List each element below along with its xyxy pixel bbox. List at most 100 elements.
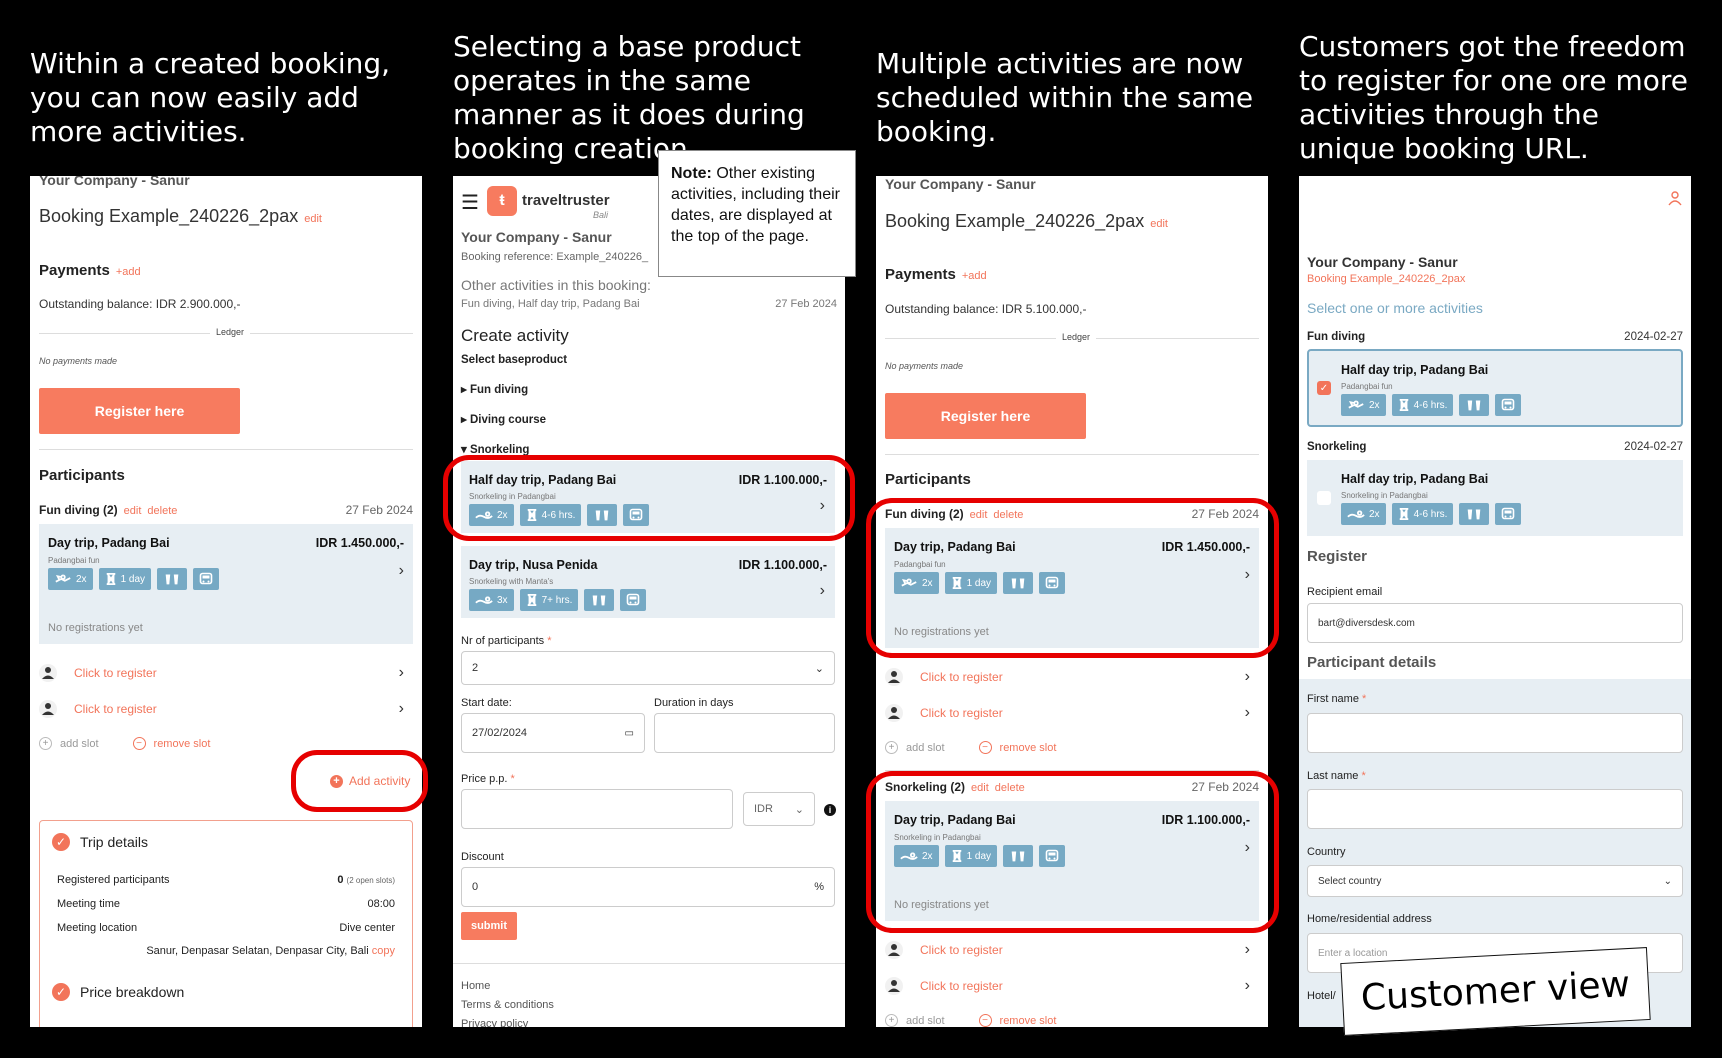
click-to-register-link[interactable]: Click to register <box>920 979 1003 993</box>
open-slots: (2 open slots) <box>346 876 395 885</box>
footer-home-link[interactable]: Home <box>461 980 490 992</box>
chevron-down-icon: ⌄ <box>794 803 804 816</box>
register-heading: Register <box>1307 548 1368 565</box>
chevron-right-icon[interactable]: › <box>1245 977 1250 995</box>
hourglass-icon <box>1398 507 1410 521</box>
chevron-right-icon[interactable]: › <box>399 700 404 718</box>
recipient-email-label: Recipient email <box>1307 586 1383 598</box>
register-slot-4[interactable]: Click to register › <box>885 977 1259 995</box>
country-label: Country <box>1307 846 1346 858</box>
footer-privacy-link[interactable]: Privacy policy <box>461 1018 528 1027</box>
add-slot-link[interactable]: add slot <box>60 738 99 750</box>
register-slot-2[interactable]: Click to register › <box>885 704 1259 722</box>
caption-2: Selecting a base product operates in the… <box>453 30 805 165</box>
click-to-register-link[interactable]: Click to register <box>920 670 1003 684</box>
start-date-input[interactable]: 27/02/2024 ▭ <box>461 713 645 753</box>
card-title: Day trip, Padang Bai <box>48 536 170 550</box>
minus-circle-icon[interactable]: − <box>978 1014 992 1027</box>
activity-card[interactable]: Day trip, Padang Bai IDR 1.450.000,- Pad… <box>39 524 413 644</box>
click-to-register-link[interactable]: Click to register <box>74 666 157 680</box>
user-profile-icon[interactable] <box>1667 190 1683 206</box>
price-input[interactable] <box>461 789 733 829</box>
chevron-right-icon[interactable]: › <box>820 582 825 600</box>
edit-booking-link[interactable]: edit <box>1150 218 1168 230</box>
checkbox-unchecked[interactable] <box>1317 491 1331 505</box>
card-badges: 3x 7+ hrs. <box>469 589 647 611</box>
info-icon[interactable]: i <box>824 804 836 816</box>
user-avatar-icon <box>39 664 57 682</box>
edit-activity-link[interactable]: edit <box>124 505 142 517</box>
chevron-right-icon[interactable]: › <box>1245 704 1250 722</box>
category-diving-course[interactable]: ▸ Diving course <box>461 412 546 426</box>
register-slot-1[interactable]: Click to register › <box>885 668 1259 686</box>
footer-terms-link[interactable]: Terms & conditions <box>461 999 554 1011</box>
register-here-button[interactable]: Register here <box>885 393 1086 439</box>
click-to-register-link[interactable]: Click to register <box>920 943 1003 957</box>
bus-icon <box>626 593 640 607</box>
click-to-register-link[interactable]: Click to register <box>74 702 157 716</box>
bus-icon <box>1501 398 1515 412</box>
last-name-input[interactable] <box>1307 789 1683 829</box>
card-subtitle: Snorkeling in Padangbai <box>1341 491 1428 500</box>
add-payment-link[interactable]: +add <box>962 270 987 282</box>
highlight-activity-2 <box>866 771 1279 933</box>
required-mark: * <box>547 635 552 647</box>
product-card-nusa-penida[interactable]: Day trip, Nusa Penida IDR 1.100.000,- Sn… <box>461 546 835 618</box>
chevron-right-icon[interactable]: › <box>399 562 404 580</box>
remove-slot-link[interactable]: remove slot <box>1000 1015 1057 1027</box>
first-name-label: First name <box>1307 693 1359 705</box>
calendar-icon[interactable]: ▭ <box>625 728 634 739</box>
plus-circle-icon[interactable]: + <box>885 1014 898 1027</box>
register-slot-2[interactable]: Click to register › <box>39 700 413 718</box>
chevron-right-icon[interactable]: › <box>1245 668 1250 686</box>
register-slot-3[interactable]: Click to register › <box>885 941 1259 959</box>
add-payment-link[interactable]: +add <box>116 266 141 278</box>
ledger-label: Ledger <box>1056 332 1097 342</box>
chevron-right-icon[interactable]: › <box>1245 941 1250 959</box>
minus-circle-icon[interactable]: − <box>978 741 992 754</box>
nr-participants-select[interactable]: 2 ⌄ <box>461 651 835 685</box>
register-slot-1[interactable]: Click to register › <box>39 664 413 682</box>
card-subtitle: Snorkeling with Manta's <box>469 577 554 586</box>
chevron-down-icon: ⌄ <box>814 662 824 675</box>
hamburger-menu-icon[interactable]: ☰ <box>461 190 479 215</box>
remove-slot-link[interactable]: remove slot <box>154 738 211 750</box>
discount-input[interactable]: 0% <box>461 867 835 907</box>
duration-input[interactable] <box>654 713 835 753</box>
recipient-email-input[interactable]: bart@diversdesk.com <box>1307 603 1683 643</box>
chevron-right-icon[interactable]: › <box>399 664 404 682</box>
user-avatar-icon <box>885 977 903 995</box>
start-date-label: Start date: <box>461 697 512 709</box>
other-activities-heading: Other activities in this booking: <box>461 277 651 293</box>
remove-slot-link[interactable]: remove slot <box>1000 742 1057 754</box>
copy-link[interactable]: copy <box>372 945 395 957</box>
register-here-button[interactable]: Register here <box>39 388 240 434</box>
section-date: 2024-02-27 <box>1624 331 1683 343</box>
country-select[interactable]: Select country ⌄ <box>1307 865 1683 897</box>
participant-details-heading: Participant details <box>1307 654 1437 671</box>
plus-circle-icon[interactable]: + <box>39 737 52 750</box>
diver-icon <box>1347 398 1365 412</box>
duration-badge: 4-6 hrs. <box>1391 394 1454 416</box>
add-slot-link[interactable]: add slot <box>906 1015 945 1027</box>
minus-circle-icon[interactable]: − <box>132 737 146 750</box>
delete-activity-link[interactable]: delete <box>147 505 177 517</box>
activity-option-2[interactable]: Half day trip, Padang Bai Snorkeling in … <box>1307 460 1683 536</box>
click-to-register-link[interactable]: Click to register <box>920 706 1003 720</box>
currency-select[interactable]: IDR ⌄ <box>743 792 815 826</box>
category-fun-diving[interactable]: ▸ Fun diving <box>461 382 528 396</box>
first-name-input[interactable] <box>1307 713 1683 753</box>
ledger-label: Ledger <box>210 327 251 337</box>
category-snorkeling[interactable]: ▾ Snorkeling <box>461 442 529 456</box>
submit-button[interactable]: submit <box>461 912 517 940</box>
checkbox-checked[interactable]: ✓ <box>1317 381 1331 395</box>
trip-details-box: ✓ Trip details Registered participants 0… <box>39 820 413 1027</box>
meeting-time-label: Meeting time <box>57 898 120 910</box>
edit-booking-link[interactable]: edit <box>304 213 322 225</box>
booking-header: Booking Example_240226_2pax edit <box>39 206 322 227</box>
add-slot-link[interactable]: add slot <box>906 742 945 754</box>
plus-circle-icon[interactable]: + <box>885 741 898 754</box>
panel-customer-view: Your Company - Sanur Booking Example_240… <box>1299 176 1691 1027</box>
panel-booking-add-activity: Your Company - Sanur Booking Example_240… <box>30 176 422 1027</box>
activity-option-1[interactable]: ✓ Half day trip, Padang Bai Padangbai fu… <box>1307 349 1683 427</box>
